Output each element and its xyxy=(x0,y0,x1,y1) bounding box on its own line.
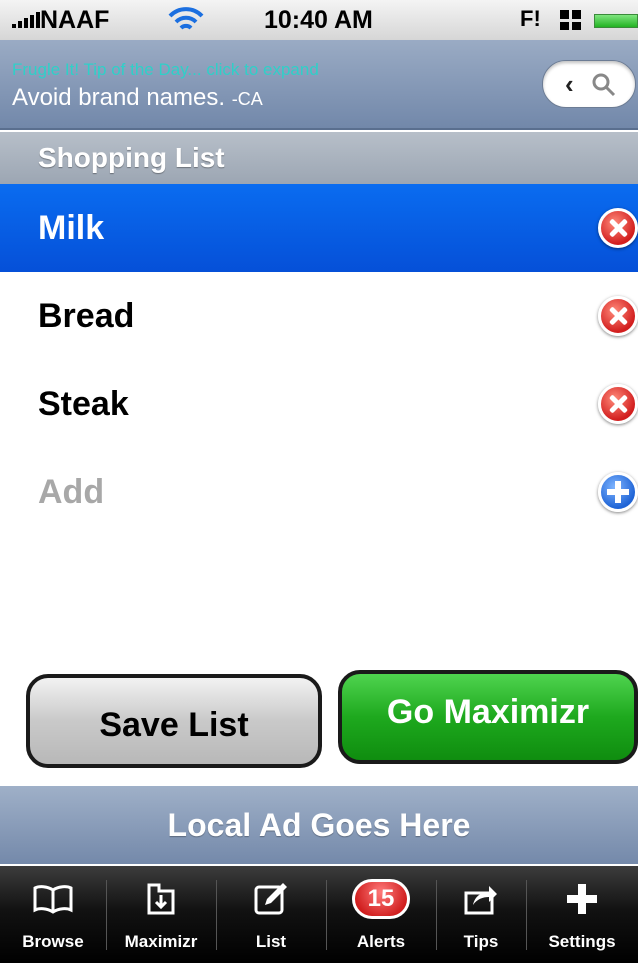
list-item-label: Bread xyxy=(38,296,135,335)
book-icon xyxy=(33,885,73,914)
tab-label: List xyxy=(255,932,287,951)
delete-icon[interactable] xyxy=(598,296,638,336)
add-item-label: Add xyxy=(38,472,105,511)
add-icon[interactable] xyxy=(598,472,638,512)
tab-settings[interactable]: Settings xyxy=(526,866,638,963)
magnifier-icon xyxy=(592,73,616,97)
tab-label: Alerts xyxy=(356,932,406,951)
tip-message: Avoid brand names. xyxy=(12,84,226,111)
tab-label: Browse xyxy=(22,932,84,951)
status-indicator: F! xyxy=(520,6,541,31)
maximizr-icon xyxy=(147,883,175,915)
shopping-list: Milk Bread Steak Add xyxy=(0,184,638,536)
tab-bar: Browse Maximizr List 15 Alerts Tips Sett… xyxy=(0,866,638,963)
search-button[interactable]: ‹ xyxy=(542,60,636,108)
grid-icon xyxy=(560,10,582,30)
tab-maximizr[interactable]: Maximizr xyxy=(106,866,216,963)
ad-banner[interactable]: Local Ad Goes Here xyxy=(0,786,638,864)
carrier-name: NAAF xyxy=(40,6,110,34)
tab-alerts[interactable]: 15 Alerts xyxy=(326,866,436,963)
signal-strength-icon xyxy=(12,12,40,28)
tab-label: Maximizr xyxy=(124,932,198,951)
edit-icon xyxy=(254,883,287,915)
section-header: Shopping List xyxy=(0,132,638,184)
tip-label: Frugle It! Tip of the Day... click to ex… xyxy=(12,60,319,79)
chevron-left-icon: ‹ xyxy=(565,69,574,99)
tab-label: Settings xyxy=(548,932,616,951)
save-list-button[interactable]: Save List xyxy=(26,674,322,768)
wifi-icon xyxy=(168,7,204,30)
status-bar: NAAF 10:40 AM F! xyxy=(0,0,638,40)
list-item-label: Steak xyxy=(38,384,129,423)
alerts-badge: 15 xyxy=(352,879,410,919)
share-icon xyxy=(464,886,497,915)
status-time: 10:40 AM xyxy=(264,6,373,34)
tip-text: Avoid brand names. -CA xyxy=(12,84,263,112)
tab-label: Tips xyxy=(463,932,499,951)
tab-tips[interactable]: Tips xyxy=(436,866,526,963)
delete-icon[interactable] xyxy=(598,384,638,424)
list-item[interactable]: Steak xyxy=(0,360,638,448)
tip-author: -CA xyxy=(231,89,263,109)
tip-of-day-banner[interactable]: Frugle It! Tip of the Day... click to ex… xyxy=(0,40,638,130)
tab-list[interactable]: List xyxy=(216,866,326,963)
add-item-row[interactable]: Add xyxy=(0,448,638,536)
tab-browse[interactable]: Browse xyxy=(0,866,106,963)
plus-icon xyxy=(567,884,597,914)
list-item[interactable]: Milk xyxy=(0,184,638,272)
battery-icon xyxy=(594,14,638,28)
list-item-label: Milk xyxy=(38,208,105,247)
go-maximizr-button[interactable]: Go Maximizr xyxy=(338,670,638,764)
list-item[interactable]: Bread xyxy=(0,272,638,360)
delete-icon[interactable] xyxy=(598,208,638,248)
